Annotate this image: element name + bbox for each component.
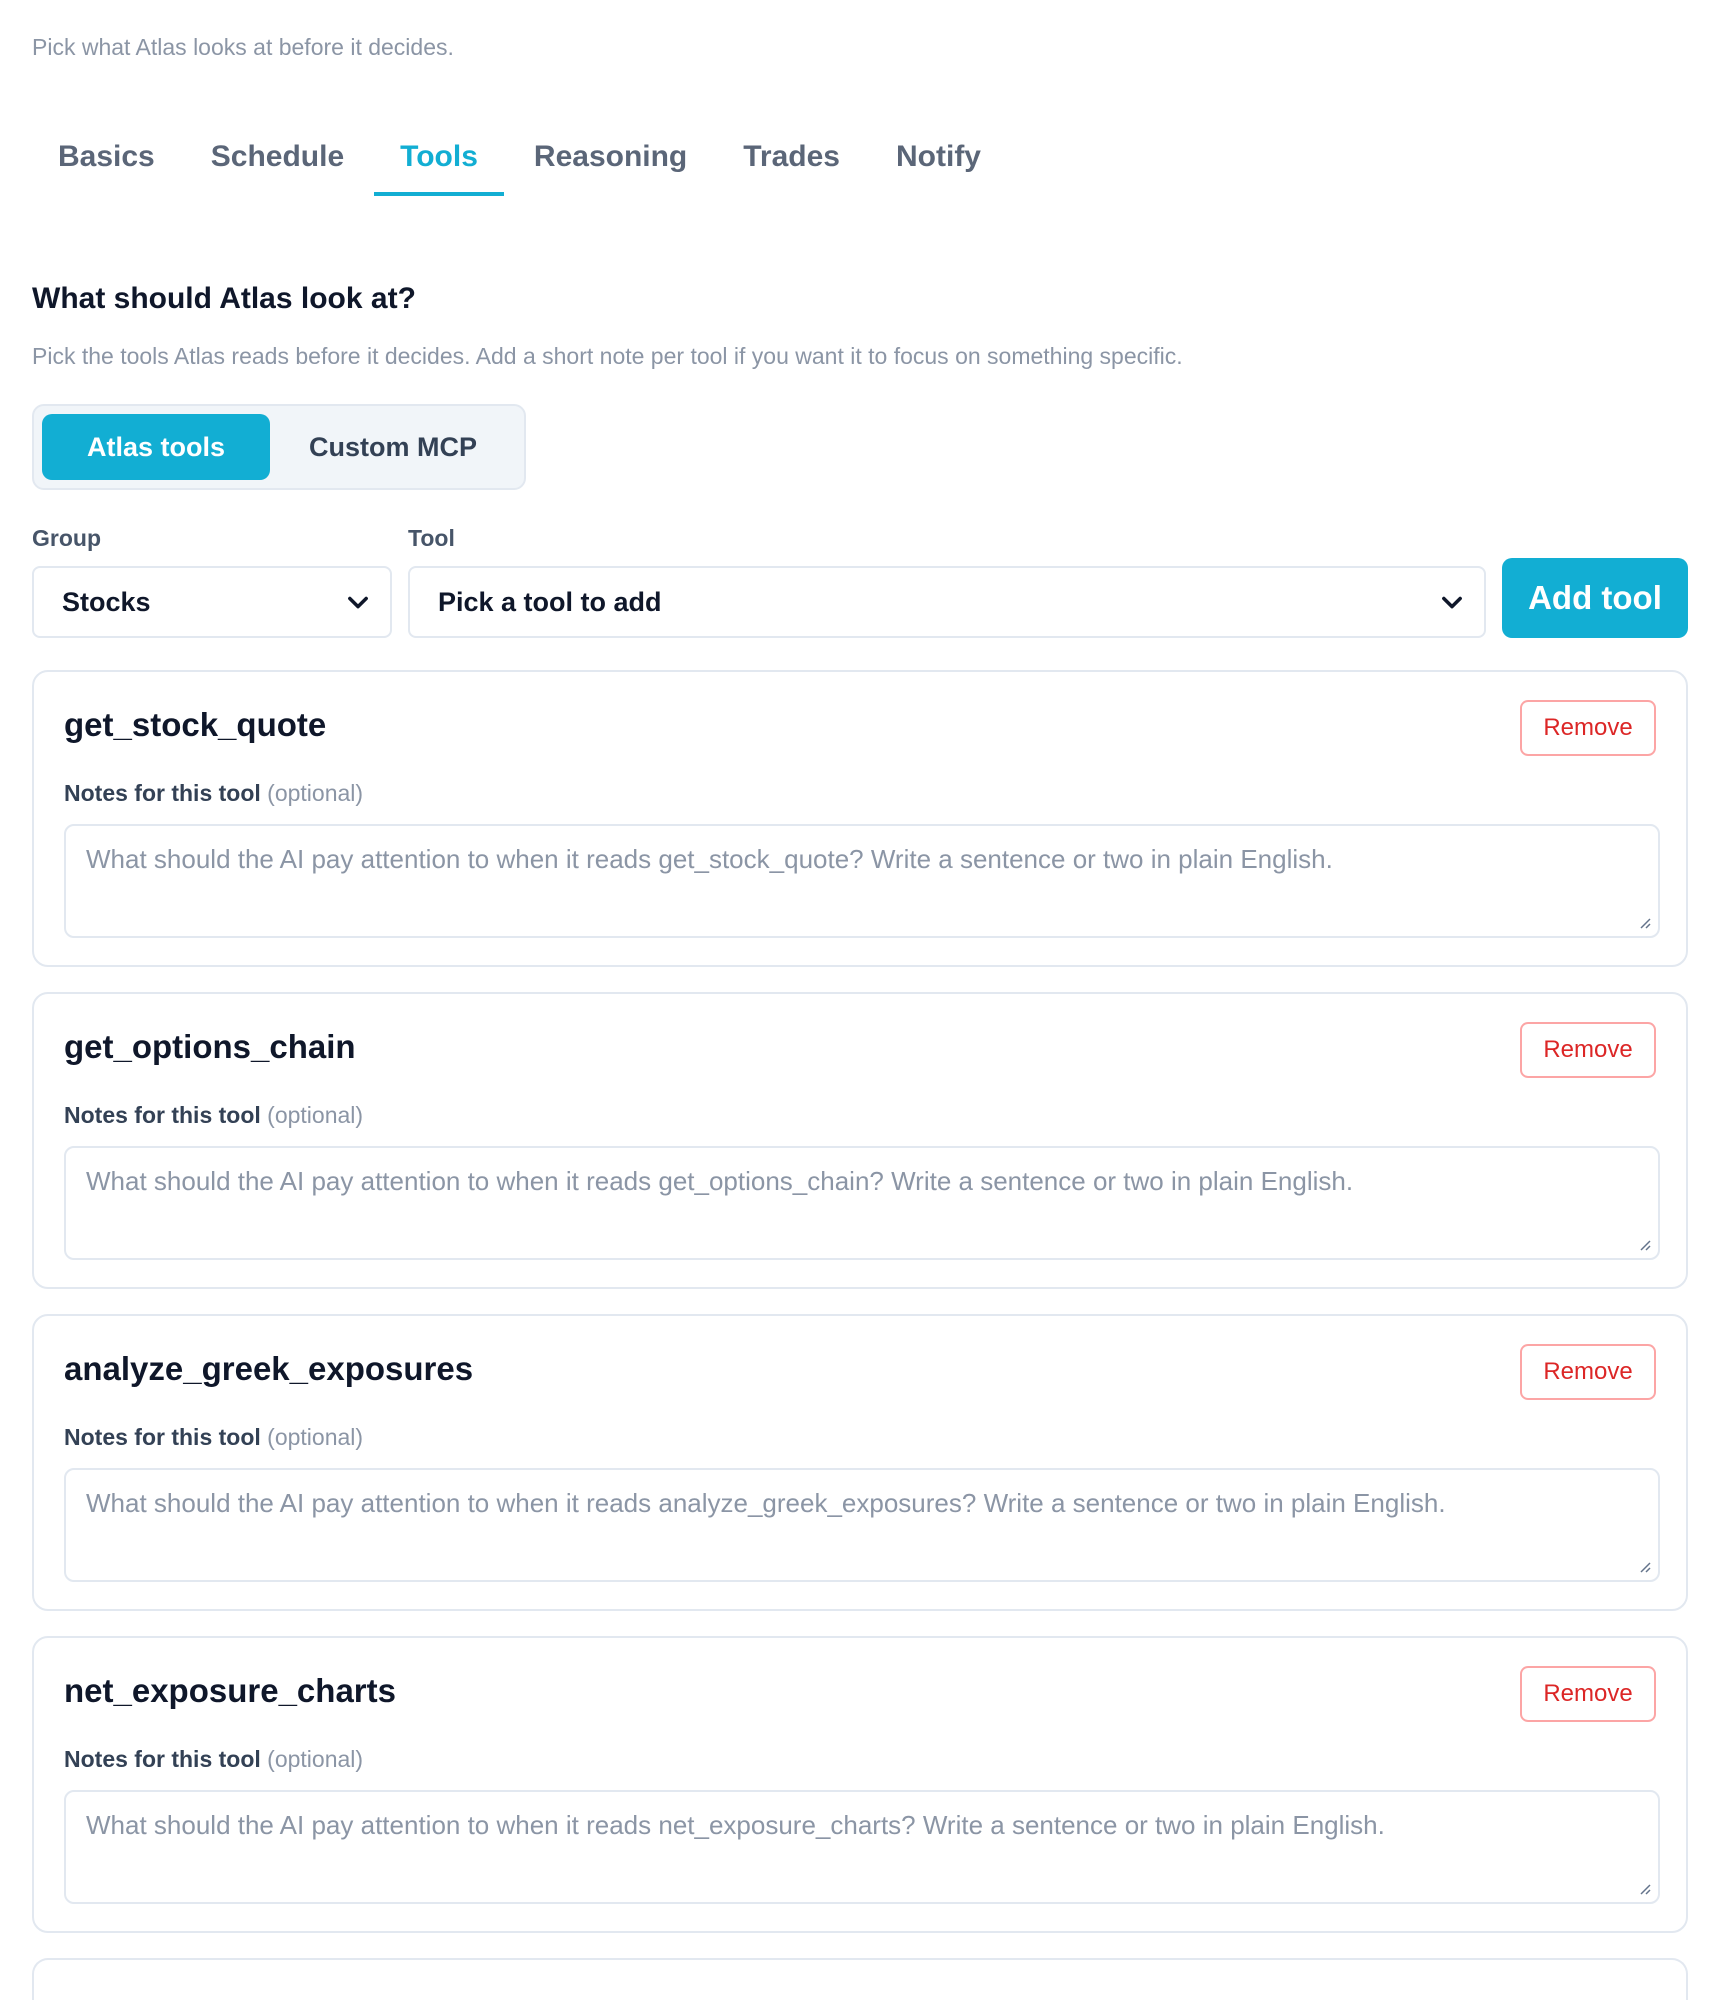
tool-card: analyze_greek_exposures Remove Notes for… xyxy=(32,1314,1688,1611)
tool-card: get_stock_quote Remove Notes for this to… xyxy=(32,670,1688,967)
tool-name: analyze_greek_exposures xyxy=(64,1350,474,1387)
tool-source-toggle: Atlas tools Custom MCP xyxy=(32,404,526,490)
tool-select-value: Pick a tool to add xyxy=(438,586,662,617)
tool-label: Tool xyxy=(408,525,455,551)
tab-notify[interactable]: Notify xyxy=(870,118,1007,196)
remove-tool-button[interactable]: Remove xyxy=(1520,700,1656,756)
tab-trades[interactable]: Trades xyxy=(717,118,866,196)
notes-label: Notes for this tool (optional) xyxy=(64,1424,363,1451)
resize-grip-icon[interactable] xyxy=(1636,1236,1652,1252)
notes-label: Notes for this tool (optional) xyxy=(64,780,363,807)
group-label: Group xyxy=(32,525,101,551)
tool-name: get_stock_quote xyxy=(64,706,327,743)
section-description: Pick the tools Atlas reads before it dec… xyxy=(32,343,1183,369)
tool-card: get_options_chain Remove Notes for this … xyxy=(32,992,1688,1289)
tool-card: net_exposure_charts Remove Notes for thi… xyxy=(32,1636,1688,1933)
resize-grip-icon[interactable] xyxy=(1636,1558,1652,1574)
add-tool-button[interactable]: Add tool xyxy=(1502,558,1688,638)
resize-grip-icon[interactable] xyxy=(1636,1880,1652,1896)
remove-tool-button[interactable]: Remove xyxy=(1520,1344,1656,1400)
page-subtitle: Pick what Atlas looks at before it decid… xyxy=(32,34,454,60)
section-title: What should Atlas look at? xyxy=(32,282,416,315)
notes-optional: (optional) xyxy=(267,1746,364,1772)
resize-grip-icon[interactable] xyxy=(1636,914,1652,930)
tool-name: net_exposure_charts xyxy=(64,1672,396,1709)
tab-basics[interactable]: Basics xyxy=(32,118,181,196)
tool-notes-textarea[interactable]: What should the AI pay attention to when… xyxy=(64,1790,1660,1904)
remove-tool-button[interactable]: Remove xyxy=(1520,1022,1656,1078)
tool-select[interactable]: Pick a tool to add xyxy=(408,566,1486,638)
notes-optional: (optional) xyxy=(267,1424,364,1450)
tool-name: get_options_chain xyxy=(64,1028,356,1065)
notes-label: Notes for this tool (optional) xyxy=(64,1102,363,1129)
notes-label-text: Notes for this tool xyxy=(64,1424,261,1450)
notes-placeholder: What should the AI pay attention to when… xyxy=(86,1810,1385,1840)
notes-placeholder: What should the AI pay attention to when… xyxy=(86,1166,1354,1196)
notes-optional: (optional) xyxy=(267,1102,364,1128)
tab-reasoning[interactable]: Reasoning xyxy=(508,118,713,196)
notes-placeholder: What should the AI pay attention to when… xyxy=(86,1488,1446,1518)
atlas-tools-option[interactable]: Atlas tools xyxy=(42,414,271,480)
tool-notes-textarea[interactable]: What should the AI pay attention to when… xyxy=(64,1146,1660,1260)
notes-label-text: Notes for this tool xyxy=(64,1746,261,1772)
tool-notes-textarea[interactable]: What should the AI pay attention to when… xyxy=(64,1468,1660,1582)
group-select-value: Stocks xyxy=(62,586,151,617)
notes-optional: (optional) xyxy=(267,780,364,806)
chevron-down-icon xyxy=(348,596,368,609)
tab-tools[interactable]: Tools xyxy=(374,118,504,196)
notes-label-text: Notes for this tool xyxy=(64,780,261,806)
notes-label: Notes for this tool (optional) xyxy=(64,1746,363,1773)
notes-placeholder: What should the AI pay attention to when… xyxy=(86,844,1333,874)
group-select[interactable]: Stocks xyxy=(32,566,392,638)
notes-label-text: Notes for this tool xyxy=(64,1102,261,1128)
tab-schedule[interactable]: Schedule xyxy=(185,118,370,196)
chevron-down-icon xyxy=(1442,596,1462,609)
tool-card-partial xyxy=(32,1958,1688,2000)
custom-mcp-option[interactable]: Custom MCP xyxy=(270,414,516,480)
tab-bar: Basics Schedule Tools Reasoning Trades N… xyxy=(32,118,1011,196)
tool-notes-textarea[interactable]: What should the AI pay attention to when… xyxy=(64,824,1660,938)
remove-tool-button[interactable]: Remove xyxy=(1520,1666,1656,1722)
